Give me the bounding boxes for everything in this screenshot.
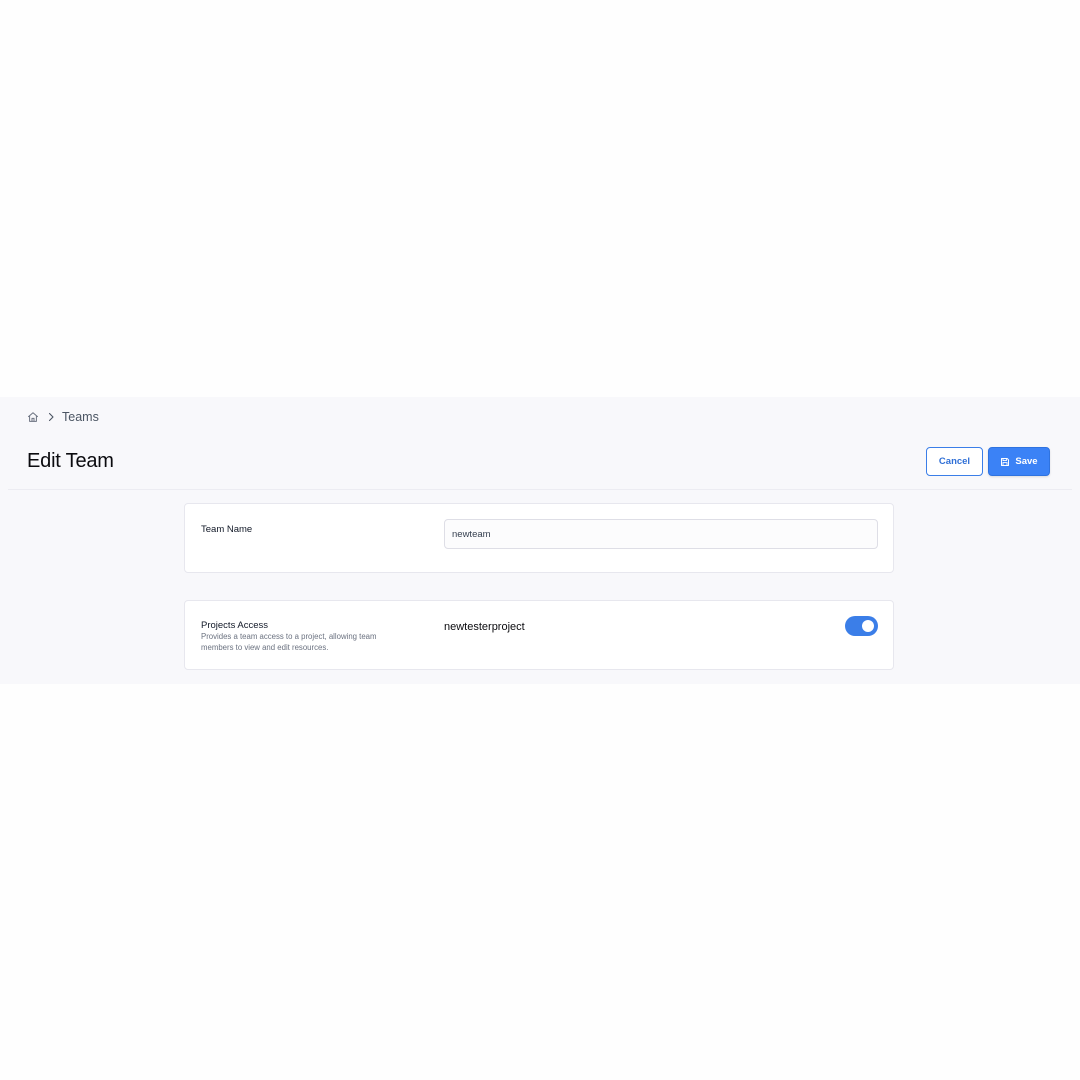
projects-access-label: Projects Access — [201, 620, 269, 631]
cancel-button[interactable]: Cancel — [926, 447, 983, 476]
breadcrumb-item-teams[interactable]: Teams — [62, 410, 99, 424]
projects-access-card: Projects Access Provides a team access t… — [184, 600, 894, 670]
edit-team-page: Teams Edit Team Cancel Save Team Name Pr… — [0, 397, 1080, 684]
toggle-knob — [862, 620, 874, 632]
chevron-right-icon — [46, 412, 56, 422]
save-button-label: Save — [1015, 456, 1038, 467]
header-actions: Cancel Save — [926, 447, 1050, 476]
team-name-input[interactable] — [444, 519, 878, 549]
header-divider — [8, 489, 1072, 490]
project-name: newtesterproject — [444, 621, 525, 633]
breadcrumb: Teams — [27, 408, 99, 426]
home-icon[interactable] — [27, 411, 39, 423]
project-access-toggle[interactable] — [845, 616, 878, 636]
page-title: Edit Team — [27, 450, 114, 472]
save-button[interactable]: Save — [988, 447, 1050, 476]
floppy-disk-icon — [1000, 457, 1010, 467]
team-name-card: Team Name — [184, 503, 894, 573]
team-name-label: Team Name — [201, 524, 253, 535]
projects-access-description: Provides a team access to a project, all… — [201, 632, 377, 652]
